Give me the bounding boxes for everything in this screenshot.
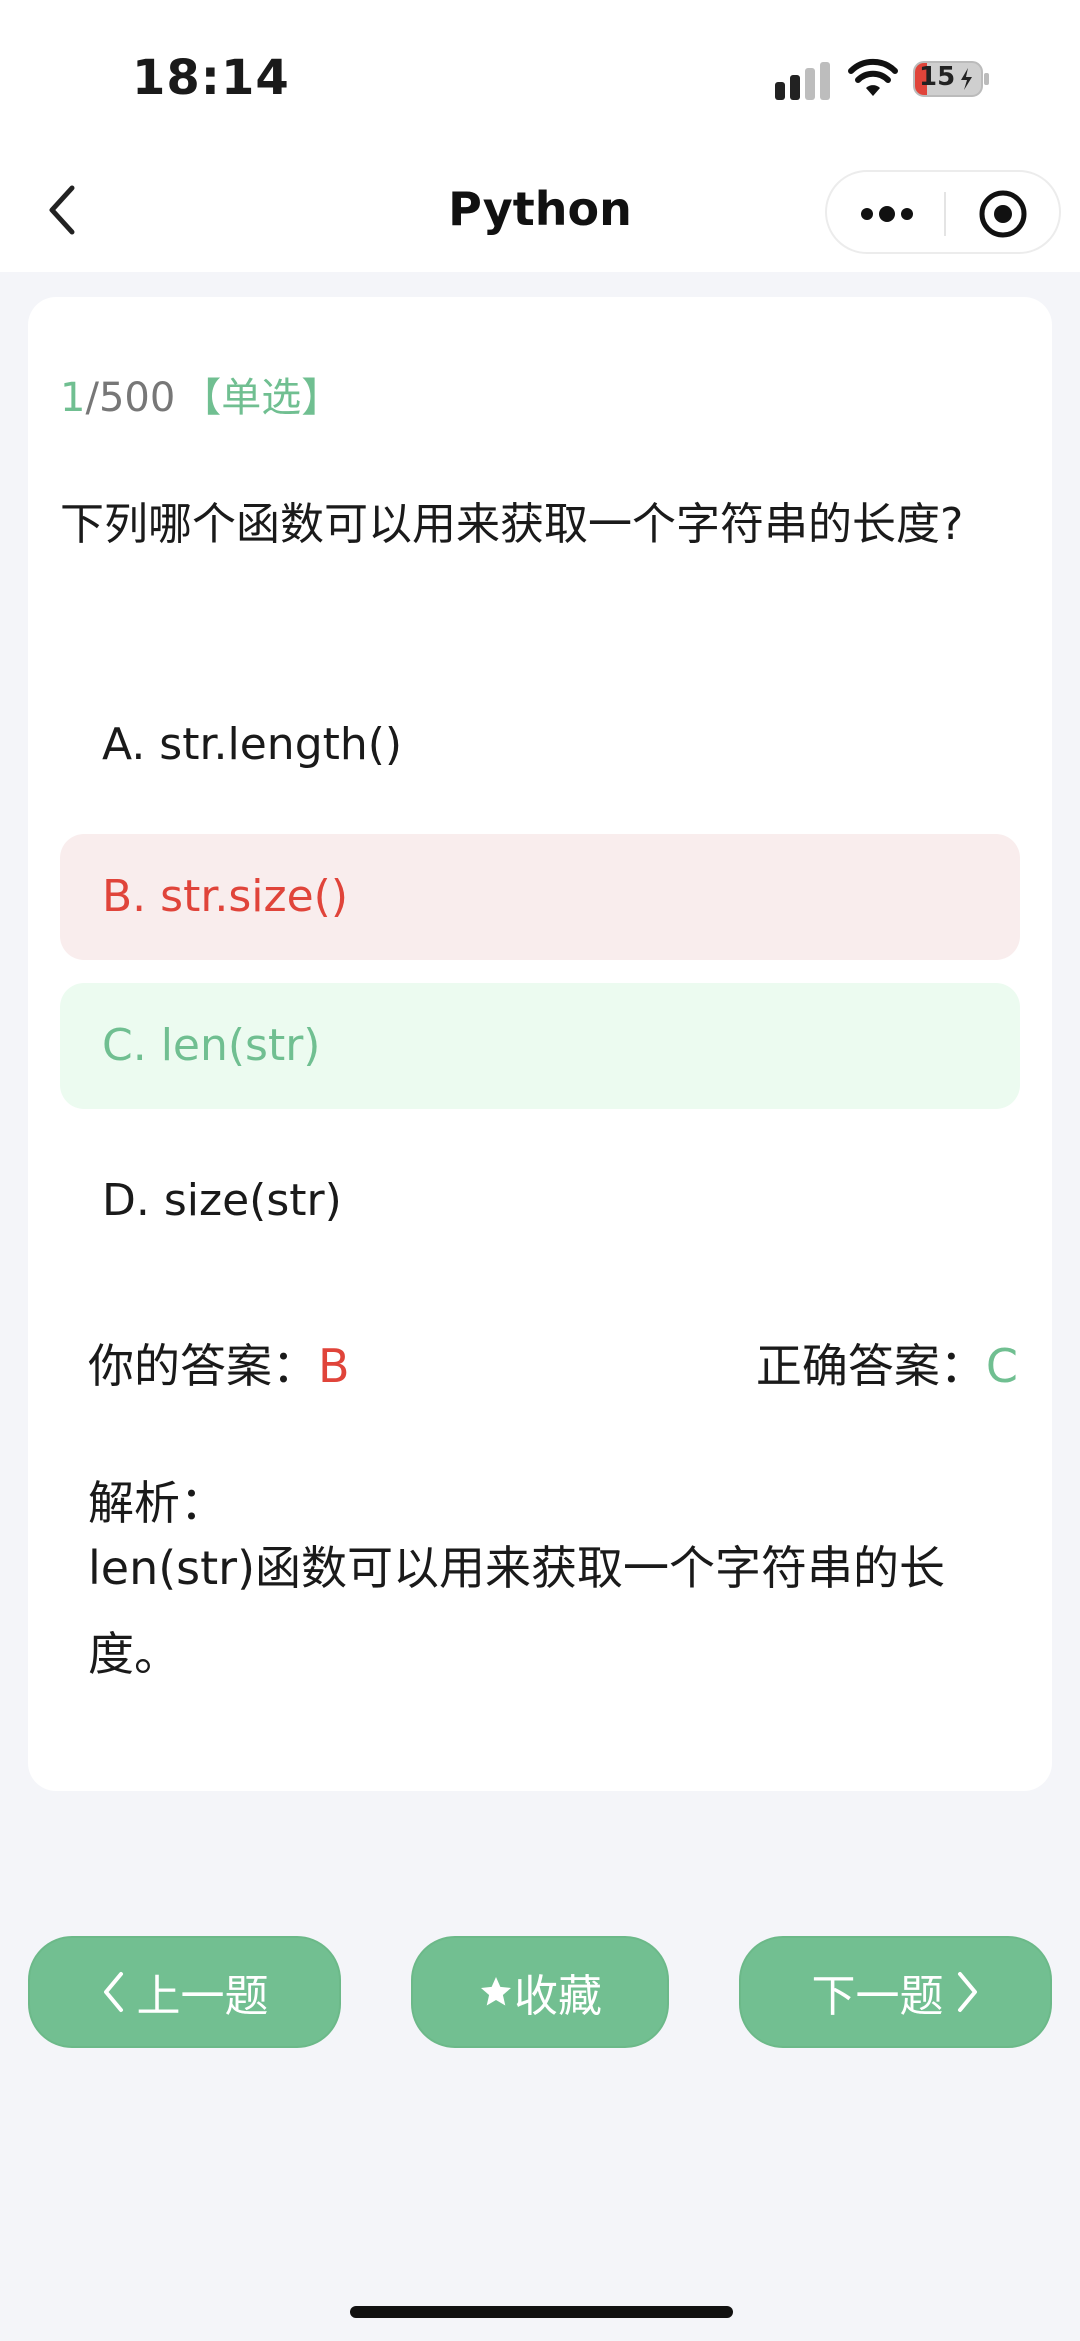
target-icon[interactable] [978, 189, 1028, 239]
analysis-text: len(str)函数可以用来获取一个字符串的长度。 [88, 1541, 946, 1681]
mini-program-capsule [825, 170, 1061, 254]
nav-bar: Python [0, 150, 1080, 272]
your-answer: 你的答案：B [88, 1330, 350, 1396]
more-dots-icon[interactable] [857, 196, 917, 232]
chevron-left-icon [103, 1972, 123, 2012]
next-question-button[interactable]: 下一题 [739, 1936, 1052, 2048]
correct-answer: 正确答案：C [756, 1330, 1018, 1396]
your-answer-label: 你的答案： [88, 1339, 318, 1393]
correct-answer-value: C [985, 1339, 1018, 1393]
question-card: 1/500 【单选】 下列哪个函数可以用来获取一个字符串的长度? A. str.l… [28, 297, 1052, 1791]
battery-level: 15 [919, 62, 956, 92]
correct-answer-label: 正确答案： [755, 1339, 986, 1393]
question-progress: 1/500 【单选】 [60, 365, 341, 423]
option-b[interactable]: B. str.size() [60, 834, 1020, 960]
star-icon [481, 1977, 511, 2006]
question-text: 下列哪个函数可以用来获取一个字符串的长度? [60, 499, 964, 550]
your-answer-value: B [318, 1339, 350, 1393]
next-question-label: 下一题 [811, 1971, 944, 2022]
analysis-label: 解析： [88, 1476, 226, 1530]
prev-question-button[interactable]: 上一题 [28, 1936, 341, 2048]
answer-summary: 你的答案：B 正确答案：C [88, 1330, 1018, 1393]
option-c[interactable]: C. len(str) [60, 983, 1020, 1109]
progress-separator: / [85, 375, 99, 421]
wifi-icon [848, 58, 898, 96]
prev-question-label: 上一题 [136, 1971, 269, 2022]
favorite-label: 收藏 [514, 1971, 602, 2022]
current-index: 1 [60, 375, 86, 421]
status-bar: 18:14 15 [0, 0, 1080, 150]
favorite-button[interactable]: 收藏 [411, 1936, 669, 2048]
signal-icon [775, 62, 830, 100]
option-d[interactable]: D. size(str) [60, 1138, 1020, 1264]
chevron-right-icon [957, 1972, 977, 2012]
option-a[interactable]: A. str.length() [60, 682, 1020, 808]
home-indicator [350, 2306, 733, 2318]
quiz-screen: 18:14 15 Python 1/500 【单选】 下列哪个函数可以用来获取一… [0, 0, 1080, 2341]
capsule-divider [944, 192, 946, 236]
question-type: 【单选】 [181, 375, 342, 421]
total-count: 500 [98, 375, 176, 421]
status-time: 18:14 [132, 50, 290, 106]
